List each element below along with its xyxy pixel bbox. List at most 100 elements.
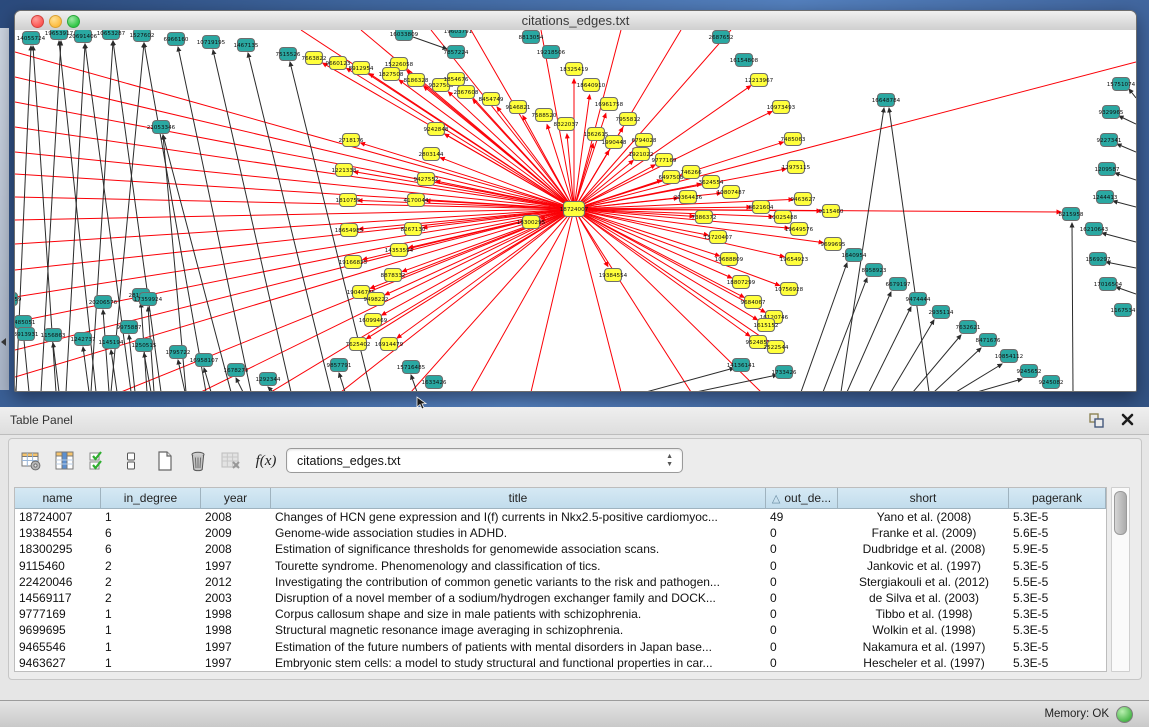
table-cell[interactable]: 6 [101,541,201,557]
table-cell[interactable]: 0 [766,622,838,638]
float-panel-icon[interactable] [1088,412,1105,429]
table-cell[interactable]: 0 [766,558,838,574]
network-window-titlebar[interactable]: citations_edges.txt [15,11,1136,31]
table-cell[interactable]: 2009 [201,525,271,541]
table-cell[interactable]: 18724007 [15,509,101,525]
table-row[interactable]: 969969511998Structural magnetic resonanc… [15,622,1106,638]
network-node[interactable]: 14353594 [385,244,414,257]
network-node[interactable]: 9684067 [741,296,766,309]
network-node[interactable]: 14055724 [17,32,46,45]
table-row[interactable]: 946362711997Embryonic stem cells: a mode… [15,655,1106,671]
table-cell[interactable]: 2008 [201,509,271,525]
table-cell[interactable]: 5.3E-5 [1009,622,1106,638]
table-cell[interactable]: 22420046 [15,574,101,590]
network-node[interactable]: 1854676 [444,73,469,86]
network-node[interactable]: 18640910 [577,79,606,92]
network-node[interactable]: 15716485 [397,361,426,374]
table-cell[interactable]: 1997 [201,639,271,655]
table-cell[interactable]: 5.3E-5 [1009,590,1106,606]
network-node[interactable]: 746266 [680,166,702,179]
table-cell[interactable]: Wolkin et al. (1998) [838,622,1009,638]
table-cell[interactable]: 9115460 [15,558,101,574]
network-node[interactable]: 9474444 [906,293,931,306]
column-header-short[interactable]: short [838,488,1009,508]
memory-status-indicator[interactable] [1116,706,1133,723]
network-node[interactable]: 2367608 [454,86,479,99]
table-cell[interactable]: 5.6E-5 [1009,525,1106,541]
table-cell[interactable]: Embryonic stem cells: a model to study s… [271,655,766,671]
table-cell[interactable]: 5.5E-5 [1009,574,1106,590]
network-node[interactable]: 15751074 [1107,78,1136,91]
table-cell[interactable]: 1998 [201,606,271,622]
network-node[interactable]: 16961758 [595,98,624,111]
network-node[interactable]: 10807487 [717,186,746,199]
network-node[interactable]: 7588520 [532,109,557,122]
table-cell[interactable]: Tibbo et al. (1998) [838,606,1009,622]
table-cell[interactable]: 1 [101,639,201,655]
column-header-in_degree[interactable]: in_degree [101,488,201,508]
table-cell[interactable]: 0 [766,525,838,541]
network-node[interactable]: 2935114 [929,306,954,319]
network-node[interactable]: 10756928 [775,283,804,296]
network-node[interactable]: 9245082 [1039,376,1064,389]
network-window[interactable]: citations_edges.txt 18724007140557241965… [14,10,1137,392]
network-node[interactable]: 16914479 [375,338,404,351]
table-row[interactable]: 911546021997Tourette syndrome. Phenomeno… [15,558,1106,574]
network-node[interactable]: 2718176 [339,134,364,147]
network-node[interactable]: 1467135 [234,39,259,52]
network-node[interactable]: 9777169 [652,154,677,167]
network-node[interactable]: 1569297 [1086,253,1111,266]
network-node[interactable]: 16154808 [730,54,759,67]
table-row[interactable]: 946554611997Estimation of the future num… [15,639,1106,655]
network-node[interactable]: 19654923 [780,253,809,266]
network-node[interactable]: 1615152 [754,319,779,332]
table-row[interactable]: 1872400712008Changes of HCN gene express… [15,509,1106,525]
network-node[interactable]: 10025488 [769,211,798,224]
network-node[interactable]: 19603791 [444,30,473,38]
close-panel-icon[interactable] [1120,412,1135,427]
network-node[interactable]: 2126059 [15,293,22,306]
network-node[interactable]: 16648784 [872,94,901,107]
network-node[interactable]: 1733426 [772,366,797,379]
network-node[interactable]: 8958923 [862,264,887,277]
network-node[interactable]: 9498222 [364,293,389,306]
table-cell[interactable]: 9465546 [15,639,101,655]
network-node[interactable]: 7632621 [956,321,981,334]
network-node[interactable]: 7386372 [692,211,717,224]
network-node[interactable]: 10854112 [995,350,1023,363]
network-node[interactable]: 7955812 [616,113,641,126]
network-node[interactable]: 9245652 [1017,365,1042,378]
network-node[interactable]: 2803144 [419,148,444,161]
network-node[interactable]: 6966160 [164,33,189,46]
network-node[interactable]: 1795722 [166,346,191,359]
network-node[interactable]: 7625402 [346,338,371,351]
table-cell[interactable]: Structural magnetic resonance image aver… [271,622,766,638]
show-columns-icon[interactable] [51,447,79,475]
network-node[interactable]: 1242737 [71,333,96,346]
network-node[interactable]: 1527602 [130,30,155,42]
network-node[interactable]: 8813054 [519,31,544,44]
network-canvas[interactable]: 1872400714055724196539172069140610653287… [15,30,1136,391]
network-node[interactable]: 1156863 [41,329,66,342]
network-node[interactable]: 1145194 [99,336,124,349]
table-cell[interactable]: 9777169 [15,606,101,622]
table-mode-icon[interactable] [17,447,45,475]
collapse-arrow-icon[interactable] [1,338,6,346]
network-node[interactable]: 20364436 [674,191,703,204]
network-node[interactable]: 1640954 [842,249,867,262]
table-cell[interactable]: 5.3E-5 [1009,655,1106,671]
table-cell[interactable]: Stergiakouli et al. (2012) [838,574,1009,590]
network-node[interactable]: 6679197 [886,278,911,291]
table-scrollbar[interactable] [1111,487,1130,672]
table-selector-dropdown[interactable]: citations_edges.txt ▲▼ [286,448,683,473]
table-cell[interactable]: Nakamura et al. (1997) [838,639,1009,655]
table-cell[interactable]: 2012 [201,574,271,590]
network-node[interactable]: 8186328 [404,74,429,87]
table-cell[interactable]: 5.3E-5 [1009,509,1106,525]
network-node[interactable]: 10688809 [715,253,744,266]
control-panel-edge[interactable] [0,28,9,390]
table-cell[interactable]: 5.3E-5 [1009,606,1106,622]
network-node[interactable]: 8215958 [1059,208,1084,221]
network-node[interactable]: 9115460 [819,205,844,218]
table-cell[interactable]: 6 [101,525,201,541]
